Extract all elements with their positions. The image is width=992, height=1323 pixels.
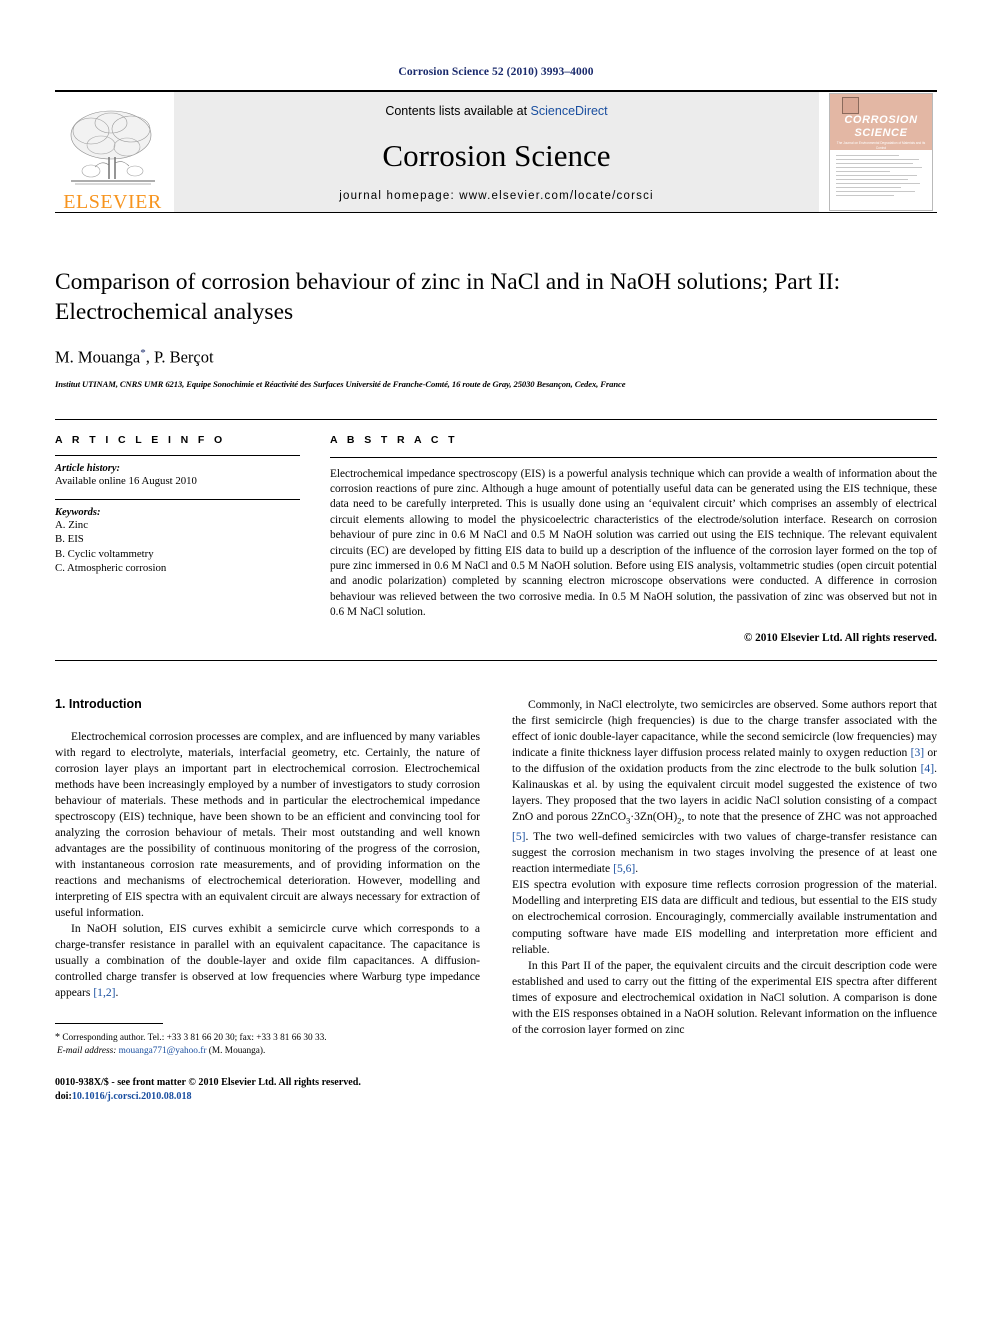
email-owner: (M. Mouanga). xyxy=(208,1046,266,1057)
doi-label: doi: xyxy=(55,1090,72,1102)
copyright-line: © 2010 Elsevier Ltd. All rights reserved… xyxy=(743,631,937,644)
banner-bottom-rule xyxy=(55,212,937,213)
paper-title: Comparison of corrosion behaviour of zin… xyxy=(55,269,841,325)
abstract-column: A B S T R A C T Electrochemical impedanc… xyxy=(330,434,937,644)
cover-elsevier-mark-icon xyxy=(842,97,859,114)
citation-ref[interactable]: [5,6] xyxy=(613,862,635,875)
citation-ref[interactable]: [1,2] xyxy=(93,986,115,999)
keyword-item: A. Zinc xyxy=(55,518,88,531)
cover-title-line1: CORROSION xyxy=(844,114,918,126)
journal-title: Corrosion Science xyxy=(382,138,611,173)
cover-header: CORROSION SCIENCE The Journal on Environ… xyxy=(830,94,932,156)
abstract-text: Electrochemical impedance spectroscopy (… xyxy=(330,467,937,619)
info-block-bottom-rule xyxy=(55,659,937,661)
contents-available-line: Contents lists available at ScienceDirec… xyxy=(385,104,607,118)
article-history-label: Article history: xyxy=(55,462,121,474)
issn-line: 0010-938X/$ - see front matter © 2010 El… xyxy=(55,1077,361,1089)
rp1-e: , to note that the presence of ZHC was n… xyxy=(681,809,937,823)
journal-homepage[interactable]: journal homepage: www.elsevier.com/locat… xyxy=(339,190,654,202)
doi-link[interactable]: 10.1016/j.corsci.2010.08.018 xyxy=(72,1091,192,1102)
rp1-d: ·3Zn(OH) xyxy=(630,809,678,823)
citation-ref[interactable]: [4] xyxy=(921,762,935,775)
contents-prefix: Contents lists available at xyxy=(385,104,531,118)
footnote-block: * Corresponding author. Tel.: +33 3 81 6… xyxy=(55,1031,480,1058)
right-paragraph-1: Commonly, in NaCl electrolyte, two semic… xyxy=(512,697,937,878)
info-abstract-block: A R T I C L E I N F O Article history: A… xyxy=(55,418,937,644)
journal-banner: ELSEVIER Contents lists available at Sci… xyxy=(55,90,937,212)
keywords-label: Keywords: xyxy=(55,506,101,518)
body-columns: 1. Introduction Electrochemical corrosio… xyxy=(55,697,937,1104)
rp1-a: Commonly, in NaCl electrolyte, two semic… xyxy=(512,697,937,759)
left-p2-post: . xyxy=(115,986,119,1000)
doi-line: doi:10.1016/j.corsci.2010.08.018 xyxy=(55,1090,480,1104)
running-head: Corrosion Science 52 (2010) 3993–4000 xyxy=(398,66,594,78)
email-link[interactable]: mouanga771@yahoo.fr xyxy=(119,1046,207,1056)
banner-center: Contents lists available at ScienceDirec… xyxy=(174,92,819,212)
cover-title-line2: SCIENCE xyxy=(854,126,908,139)
paper-page: Corrosion Science 52 (2010) 3993–4000 EL… xyxy=(0,0,992,1323)
right-paragraph-2: EIS spectra evolution with exposure time… xyxy=(512,878,937,956)
imprint-block: 0010-938X/$ - see front matter © 2010 El… xyxy=(55,1076,480,1103)
info-rule-1 xyxy=(55,454,300,456)
citation-ref[interactable]: [5] xyxy=(512,830,526,843)
elsevier-wordmark: ELSEVIER xyxy=(63,191,162,213)
cover-contents-lines xyxy=(830,150,932,210)
elsevier-tree-icon xyxy=(70,110,155,185)
email-label: E-mail address: xyxy=(57,1046,117,1057)
article-info-heading: A R T I C L E I N F O xyxy=(55,433,226,446)
sciencedirect-link[interactable]: ScienceDirect xyxy=(531,104,608,118)
article-history-value: Available online 16 August 2010 xyxy=(55,474,197,487)
info-rule-2 xyxy=(55,498,300,500)
keyword-item: B. EIS xyxy=(55,533,84,545)
right-paragraph-3: In this Part II of the paper, the equiva… xyxy=(512,958,937,1036)
keyword-item: B. Cyclic voltammetry xyxy=(55,547,154,560)
affiliation: Institut UTINAM, CNRS UMR 6213, Equipe S… xyxy=(55,378,626,389)
email-note: E-mail address: mouanga771@yahoo.fr (M. … xyxy=(55,1045,480,1058)
cover-subtitle2: An Official Journal of the Institute of … xyxy=(848,152,914,156)
journal-cover-thumbnail: CORROSION SCIENCE The Journal on Environ… xyxy=(825,92,937,212)
rp1-f: . The two well-defined semicircles with … xyxy=(512,830,937,876)
elsevier-logo: ELSEVIER xyxy=(55,92,170,212)
left-paragraph-1: Electrochemical corrosion processes are … xyxy=(55,729,480,920)
abstract-heading: A B S T R A C T xyxy=(330,433,458,446)
footnote-rule xyxy=(55,1023,163,1025)
footnote-marker: * xyxy=(55,1032,60,1044)
article-info-column: A R T I C L E I N F O Article history: A… xyxy=(55,434,300,644)
section-heading-introduction: 1. Introduction xyxy=(55,696,142,711)
corresponding-author-note: * Corresponding author. Tel.: +33 3 81 6… xyxy=(55,1031,480,1045)
left-column: 1. Introduction Electrochemical corrosio… xyxy=(55,697,480,1104)
corresponding-author-text: Corresponding author. Tel.: +33 3 81 66 … xyxy=(62,1033,327,1044)
left-paragraph-2: In NaOH solution, EIS curves exhibit a s… xyxy=(55,921,480,1001)
left-p2-pre: In NaOH solution, EIS curves exhibit a s… xyxy=(55,922,480,1000)
cover-image: CORROSION SCIENCE The Journal on Environ… xyxy=(829,93,933,211)
author-first: M. Mouanga xyxy=(55,347,141,367)
citation-ref[interactable]: [3] xyxy=(911,746,925,759)
abstract-rule xyxy=(330,456,937,458)
keyword-item: C. Atmospheric corrosion xyxy=(55,562,167,574)
author-rest: , P. Berçot xyxy=(145,347,214,367)
right-column: Commonly, in NaCl electrolyte, two semic… xyxy=(512,697,937,1104)
cover-subtitle: The Journal on Environmental Degradation… xyxy=(836,141,926,150)
author-list: M. Mouanga*, P. Berçot xyxy=(55,347,937,368)
rp1-g: . xyxy=(635,862,639,876)
